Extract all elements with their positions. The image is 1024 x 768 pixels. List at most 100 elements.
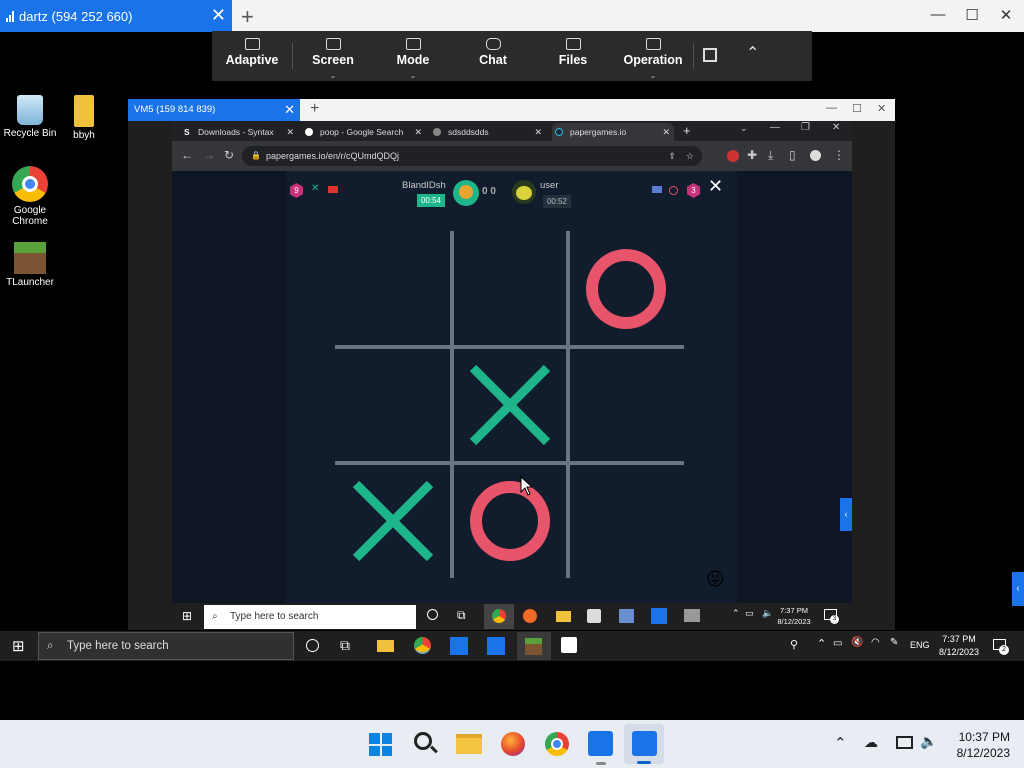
browser-tab[interactable]: sdsddsdds ✕ — [430, 123, 546, 141]
task-view-icon[interactable]: ⧉ — [340, 637, 350, 654]
remote-desktop-app-icon[interactable] — [651, 608, 667, 624]
restore-button[interactable]: ❐ — [801, 122, 810, 133]
side-panel-toggle[interactable]: ‹ — [840, 498, 852, 531]
tlauncher-taskbar-active[interactable] — [517, 632, 551, 660]
windows-start-icon[interactable]: ⊞ — [12, 637, 25, 655]
volume-icon[interactable]: 🔈 — [920, 733, 937, 750]
wifi-icon[interactable]: ◠ — [871, 637, 880, 648]
adaptive-button[interactable]: Adaptive — [212, 31, 292, 81]
vm-search-box[interactable]: ⌕ Type here to search — [204, 605, 416, 629]
active-app-tile[interactable] — [624, 724, 664, 764]
chrome-icon[interactable] — [414, 637, 431, 654]
back-icon[interactable]: ← — [181, 148, 193, 162]
sidepanel-icon[interactable]: ▯ — [789, 148, 796, 162]
volume-icon[interactable]: 🔈 — [762, 608, 773, 619]
network-icon[interactable] — [896, 736, 913, 749]
share-icon[interactable]: ⇪ — [668, 146, 676, 166]
browser-tab[interactable]: S Downloads - Syntax ✕ — [180, 123, 298, 141]
file-explorer-icon[interactable] — [456, 734, 482, 754]
volume-muted-icon[interactable]: 🔇 — [851, 637, 863, 648]
browser-tab[interactable]: poop - Google Search ✕ — [302, 123, 426, 141]
vm-session-tab[interactable]: VM5 (159 814 839) ✕ — [128, 99, 300, 121]
chrome-icon[interactable] — [545, 732, 569, 756]
desktop-icon-chrome[interactable]: Google Chrome — [0, 166, 60, 227]
minimize-button[interactable]: — — [770, 122, 780, 133]
network-icon[interactable]: ▭ — [745, 608, 754, 619]
close-tab-icon[interactable]: ✕ — [662, 123, 670, 141]
desktop-icon-bbyh[interactable]: bbyh — [54, 95, 114, 141]
close-tab-icon[interactable]: ✕ — [211, 6, 226, 24]
browser-tab-active[interactable]: papergames.io ✕ — [552, 123, 674, 141]
session-tab[interactable]: dartz (594 252 660) ✕ — [0, 0, 232, 32]
download-icon[interactable]: ⤓ — [768, 148, 773, 163]
desktop-icon-recycle-bin[interactable]: Recycle Bin — [0, 95, 60, 139]
files-button[interactable]: Files — [533, 31, 613, 81]
app-icon[interactable] — [619, 609, 634, 623]
extension-icon[interactable] — [727, 150, 739, 162]
minimize-button[interactable]: — — [928, 6, 948, 23]
close-window-button[interactable]: ✕ — [832, 122, 840, 133]
menu-icon[interactable]: ⋮ — [833, 148, 845, 162]
tray-chevron-icon[interactable]: ⌃ — [834, 734, 847, 752]
language-indicator[interactable]: ENG — [910, 640, 930, 650]
local-clock[interactable]: 10:37 PM 8/12/2023 — [957, 729, 1010, 761]
reload-icon[interactable]: ↻ — [224, 148, 234, 162]
pen-icon[interactable]: ✎ — [890, 637, 898, 648]
close-tab-icon[interactable]: ✕ — [284, 99, 295, 121]
remote-search-box[interactable]: ⌕ Type here to search — [38, 632, 294, 660]
empty-cell[interactable] — [341, 353, 445, 457]
tray-chevron-icon[interactable]: ⌃ — [732, 608, 740, 619]
close-window-button[interactable]: ✕ — [877, 102, 886, 115]
file-explorer-icon[interactable] — [377, 640, 394, 652]
remote-clock[interactable]: 7:37 PM 8/12/2023 — [936, 633, 982, 659]
store-icon[interactable] — [587, 609, 601, 623]
bookmark-star-icon[interactable]: ☆ — [686, 146, 694, 166]
client-side-panel-toggle[interactable]: ‹ — [1012, 572, 1024, 606]
cortana-icon[interactable] — [427, 609, 438, 620]
remote-desktop-app-icon[interactable] — [588, 731, 613, 756]
firefox-icon[interactable] — [501, 732, 525, 756]
people-icon[interactable]: ⚲ — [790, 638, 798, 651]
windows-start-icon[interactable]: ⊞ — [182, 609, 192, 623]
empty-cell[interactable] — [574, 469, 678, 573]
store-icon[interactable] — [561, 637, 577, 653]
collapse-toolbar-button[interactable]: ⌃ — [724, 31, 774, 81]
fullscreen-button[interactable] — [694, 31, 724, 81]
desktop-icon-tlauncher[interactable]: TLauncher — [0, 242, 60, 288]
close-tab-icon[interactable]: ✕ — [286, 123, 294, 141]
mode-button[interactable]: Mode ⌄ — [373, 31, 453, 81]
onedrive-icon[interactable]: ☁ — [864, 734, 878, 751]
vm-clock[interactable]: 7:37 PM 8/12/2023 — [776, 605, 812, 627]
task-view-icon[interactable]: ⧉ — [457, 608, 466, 623]
app-icon[interactable] — [684, 609, 700, 622]
empty-cell[interactable] — [341, 237, 445, 341]
maximize-button[interactable]: ☐ — [962, 6, 982, 24]
empty-cell[interactable] — [458, 237, 562, 341]
battery-icon[interactable]: ▭ — [833, 638, 842, 649]
taskbar-chrome-active[interactable] — [484, 604, 514, 629]
screen-button[interactable]: Screen ⌄ — [293, 31, 373, 81]
empty-cell[interactable] — [574, 353, 678, 457]
profile-icon[interactable] — [810, 150, 821, 161]
emoji-button[interactable]: 😜 — [706, 569, 725, 590]
forward-icon[interactable]: → — [203, 148, 215, 162]
new-tab-button[interactable]: + — [241, 4, 254, 30]
maximize-button[interactable]: ☐ — [852, 102, 862, 115]
chat-button[interactable]: Chat — [453, 31, 533, 81]
minimize-button[interactable]: — — [826, 102, 837, 114]
tab-search-icon[interactable]: ⌄ — [740, 123, 748, 134]
cortana-icon[interactable] — [306, 639, 319, 652]
puzzle-icon[interactable]: ✚ — [747, 148, 757, 162]
file-explorer-icon[interactable] — [556, 611, 571, 622]
operation-button[interactable]: Operation ⌄ — [613, 31, 693, 81]
close-tab-icon[interactable]: ✕ — [534, 123, 542, 141]
tray-chevron-icon[interactable]: ⌃ — [817, 637, 826, 650]
close-tab-icon[interactable]: ✕ — [414, 123, 422, 141]
windows-start-icon[interactable] — [369, 733, 392, 756]
firefox-icon[interactable] — [523, 609, 537, 623]
close-window-button[interactable]: ✕ — [996, 6, 1016, 24]
new-tab-button[interactable]: + — [310, 100, 319, 118]
remote-desktop-app-icon[interactable] — [487, 637, 505, 655]
address-bar[interactable]: 🔒 papergames.io/en/r/cQUmdQDQj ⇪ ☆ — [242, 146, 702, 166]
remote-desktop-app-icon[interactable] — [450, 637, 468, 655]
